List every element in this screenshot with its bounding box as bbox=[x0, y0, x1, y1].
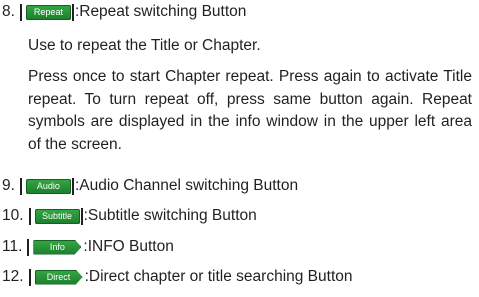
item-number: 9. bbox=[2, 177, 15, 194]
list-item-subtitle: 10. Subtitle :Subtitle switching Button bbox=[2, 206, 257, 226]
button-bracket bbox=[19, 3, 22, 21]
direct-button-label: Direct bbox=[34, 269, 83, 285]
repeat-usage-text: Use to repeat the Title or Chapter. bbox=[28, 37, 261, 54]
item-number: 11. bbox=[2, 238, 23, 255]
item-description: :INFO Button bbox=[83, 238, 174, 255]
item-number: 12. bbox=[2, 268, 24, 285]
repeat-button-label: Repeat bbox=[25, 4, 71, 20]
audio-button-label: Audio bbox=[25, 178, 71, 194]
repeat-button-graphic: Repeat bbox=[19, 3, 74, 21]
audio-button-graphic: Audio bbox=[19, 177, 74, 195]
info-button-label: Info bbox=[33, 239, 82, 255]
item-number: 8. bbox=[2, 3, 15, 20]
subtitle-button-graphic: Subtitle bbox=[28, 207, 83, 225]
info-button-graphic: Info bbox=[27, 238, 82, 256]
repeat-detail-paragraph: Press once to start Chapter repeat. Pres… bbox=[28, 68, 472, 153]
button-bracket bbox=[80, 207, 83, 225]
direct-button-graphic: Direct bbox=[28, 268, 84, 286]
button-bracket bbox=[71, 177, 74, 195]
list-item-repeat: 8. Repeat :Repeat switching Button bbox=[2, 2, 246, 22]
list-item-info: 11. Info :INFO Button bbox=[2, 237, 174, 257]
button-bracket bbox=[28, 268, 31, 286]
item-description: :Subtitle switching Button bbox=[83, 207, 257, 224]
button-bracket bbox=[28, 207, 31, 225]
item-description: :Direct chapter or title searching Butto… bbox=[84, 268, 353, 285]
button-bracket bbox=[27, 238, 30, 256]
button-bracket bbox=[71, 3, 74, 21]
item-number: 10. bbox=[2, 207, 24, 224]
button-bracket bbox=[19, 177, 22, 195]
item-description: :Repeat switching Button bbox=[74, 3, 247, 20]
subtitle-button-label: Subtitle bbox=[34, 208, 80, 224]
list-item-direct: 12. Direct :Direct chapter or title sear… bbox=[2, 267, 353, 287]
item-description: :Audio Channel switching Button bbox=[74, 177, 299, 194]
list-item-audio: 9. Audio :Audio Channel switching Button bbox=[2, 176, 298, 196]
